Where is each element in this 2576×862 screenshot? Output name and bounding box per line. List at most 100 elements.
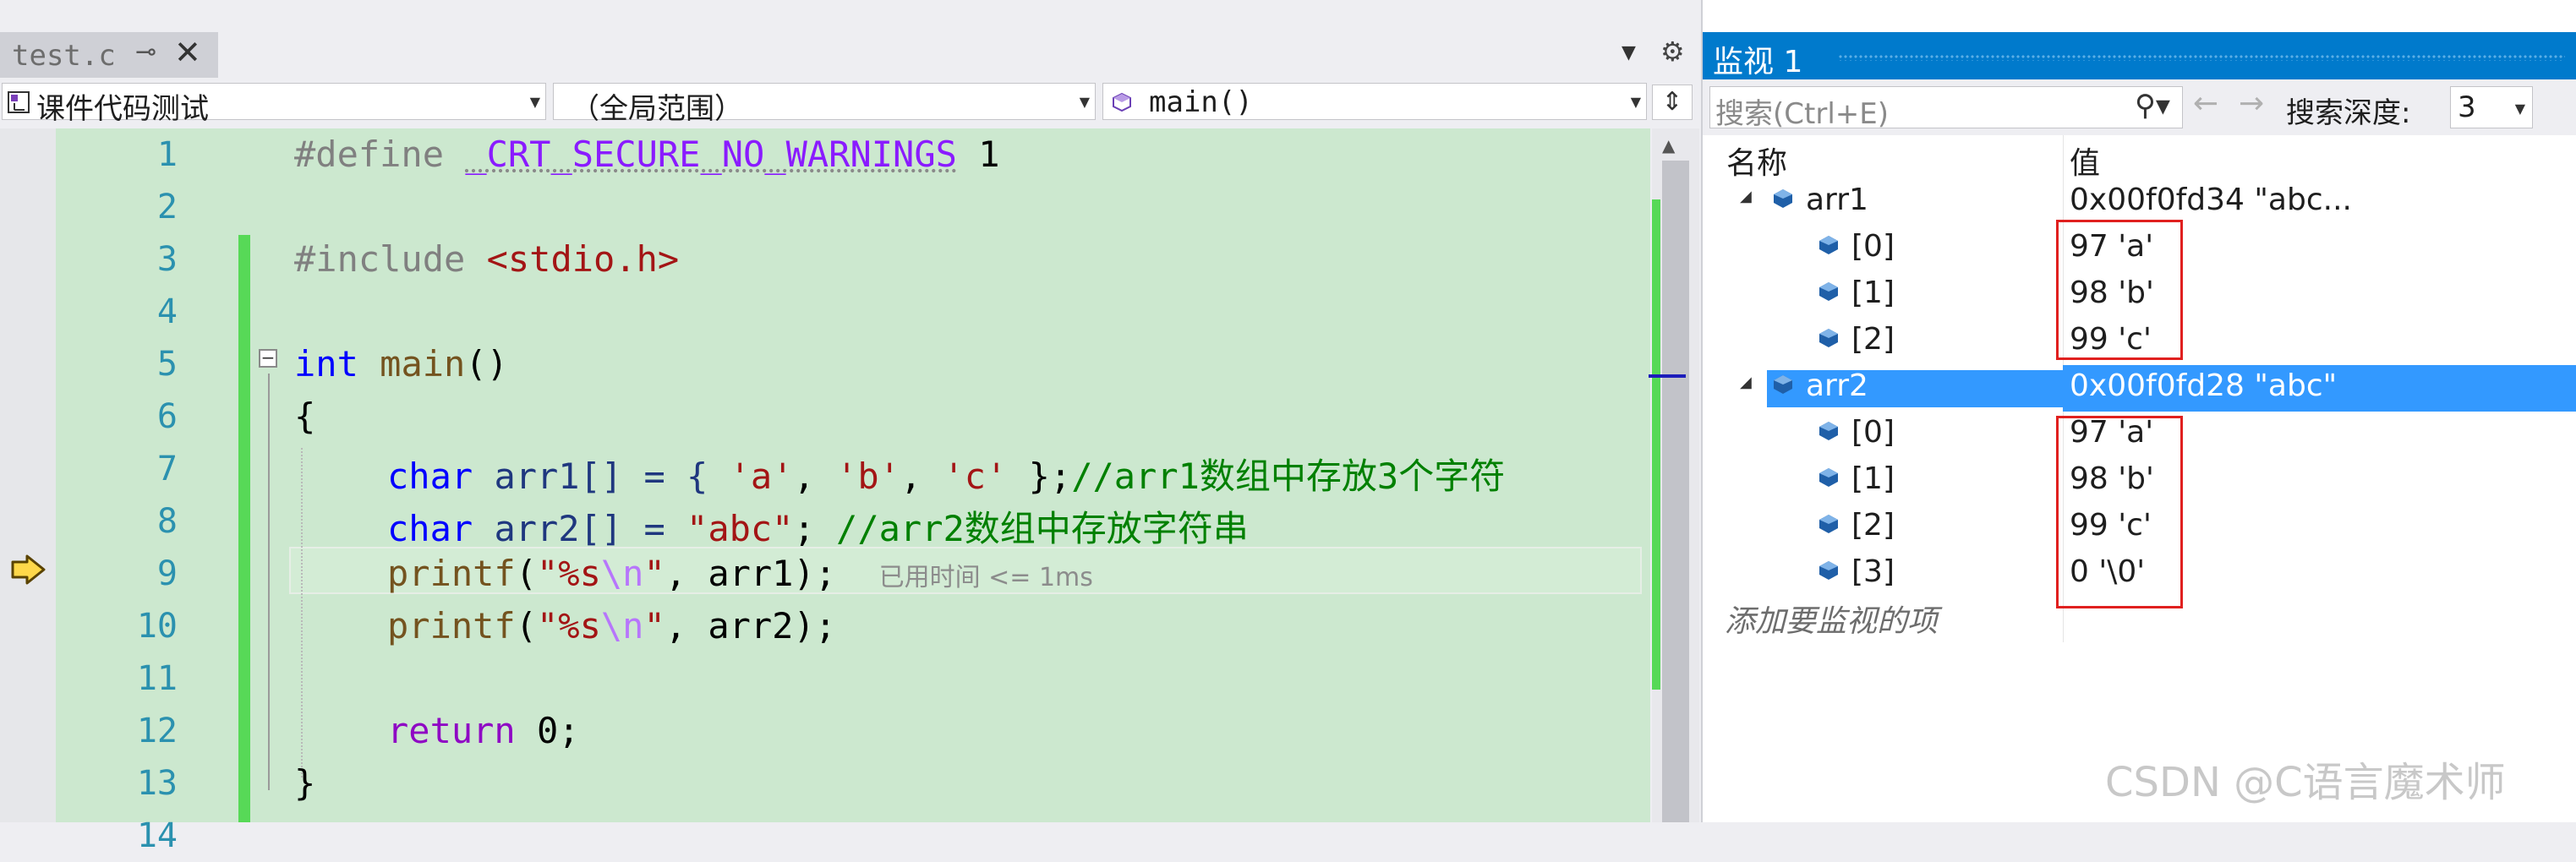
- add-watch-item[interactable]: 添加要监视的项: [1725, 597, 1938, 641]
- watch-item-name: arr2: [1806, 368, 1868, 403]
- watch-item-name: [1]: [1851, 276, 1895, 310]
- line-number: 7: [156, 450, 178, 488]
- forward-arrow-icon[interactable]: →: [2239, 86, 2264, 121]
- code-line: 10 printf("%s\n", arr2);: [0, 600, 1650, 652]
- line-number: 13: [136, 764, 178, 803]
- code-line: 5 int main(): [0, 338, 1650, 390]
- code-text: char arr2[] = "abc"; //arr2数组中存放字符串: [387, 508, 1249, 549]
- code-line: 11: [0, 652, 1650, 705]
- line-number: 8: [156, 502, 178, 541]
- back-arrow-icon[interactable]: ←: [2193, 86, 2218, 121]
- watch-row-selected[interactable]: ◢ arr2 0x00f0fd28 "abc": [1703, 365, 2576, 412]
- code-text: }: [294, 762, 316, 804]
- column-name-header[interactable]: 名称: [1726, 139, 1787, 183]
- code-line: 3 #include <stdio.h>: [0, 233, 1650, 286]
- watch-item-name: [0]: [1851, 229, 1895, 264]
- code-line: 9 printf("%s\n", arr1); 已用时间 <= 1ms: [0, 548, 1650, 600]
- annotation-box-arr2-values: [2056, 416, 2183, 608]
- gear-icon[interactable]: ⚙: [1660, 35, 1685, 68]
- chevron-down-icon: ▼: [1079, 94, 1090, 110]
- tab-list-dropdown-icon[interactable]: ▼: [1622, 42, 1636, 63]
- variable-icon: [1819, 422, 1838, 440]
- watch-item-name: [1]: [1851, 461, 1895, 496]
- watch-item-name: [0]: [1851, 415, 1895, 450]
- code-text: #include <stdio.h>: [294, 238, 680, 280]
- search-depth-value: 3: [2458, 90, 2476, 124]
- expand-toggle-icon[interactable]: ◢: [1740, 188, 1752, 205]
- project-dropdown[interactable]: 课件代码测试 ▼: [2, 83, 546, 126]
- variable-icon: [1819, 329, 1838, 347]
- scrollbar-thumb[interactable]: [1662, 161, 1689, 822]
- file-tab-label: test.c: [12, 39, 116, 73]
- member-name: main(): [1149, 85, 1253, 119]
- code-text: return 0;: [387, 710, 580, 751]
- file-tab[interactable]: test.c ⊸ ✕: [0, 32, 218, 78]
- code-line: 2: [0, 181, 1650, 233]
- line-number: 10: [136, 607, 178, 646]
- watermark: CSDN @C语言魔术师: [2105, 759, 2506, 806]
- line-number: 1: [156, 135, 178, 174]
- variable-icon: [1819, 515, 1838, 533]
- variable-icon: [1774, 375, 1792, 394]
- code-text: printf("%s\n", arr1); 已用时间 <= 1ms: [387, 553, 1093, 594]
- variable-icon: [1774, 189, 1792, 208]
- variable-icon: [1819, 282, 1838, 301]
- variable-icon: [1819, 236, 1838, 254]
- split-icon[interactable]: ⇕: [1652, 85, 1693, 120]
- line-number: 3: [156, 240, 178, 279]
- scrollbar-caret-marker: [1649, 374, 1686, 378]
- code-line: 1 #define _CRT_SECURE_NO_WARNINGS 1: [0, 128, 1650, 181]
- watch-title-bar[interactable]: 监视 1: [1703, 32, 2576, 79]
- watch-item-value[interactable]: 0x00f0fd34 "abc...: [2070, 183, 2352, 217]
- search-depth-select[interactable]: 3 ▼: [2450, 86, 2533, 128]
- watch-row[interactable]: ◢ arr1 0x00f0fd34 "abc...: [1703, 179, 2576, 226]
- watch-title: 监视 1: [1713, 45, 1803, 79]
- line-number: 5: [156, 345, 178, 384]
- document-tab-strip: [0, 0, 1699, 78]
- search-icon[interactable]: ⚲▾: [2135, 89, 2170, 123]
- scrollbar-change-marker: [1652, 199, 1660, 690]
- chevron-down-icon: ▼: [2514, 101, 2525, 117]
- code-text: {: [294, 396, 316, 437]
- watch-item-name: [3]: [1851, 554, 1895, 589]
- chevron-down-icon: ▼: [1630, 94, 1641, 110]
- code-text: int main(): [294, 343, 508, 385]
- close-icon[interactable]: ✕: [174, 34, 201, 71]
- annotation-box-arr1-values: [2056, 220, 2183, 360]
- watch-column-header: 名称 值: [1703, 135, 2576, 181]
- watch-item-name: arr1: [1806, 183, 1868, 217]
- pin-icon[interactable]: ⊸: [135, 37, 156, 67]
- member-dropdown[interactable]: main() ▼: [1102, 83, 1647, 120]
- code-line: 13 }: [0, 757, 1650, 810]
- project-name: 课件代码测试: [36, 92, 209, 126]
- search-input[interactable]: 搜索(Ctrl+E) ⚲▾: [1709, 86, 2183, 131]
- line-number: 4: [156, 292, 178, 331]
- method-icon: [1113, 92, 1131, 112]
- code-line: 6 {: [0, 390, 1650, 443]
- code-line: 12 return 0;: [0, 705, 1650, 757]
- line-number: 9: [156, 554, 178, 593]
- column-value-header[interactable]: 值: [2070, 139, 2100, 183]
- code-line: 14: [0, 810, 1650, 862]
- project-icon: [8, 91, 30, 113]
- variable-icon: [1819, 561, 1838, 580]
- watch-item-name: [2]: [1851, 322, 1895, 357]
- line-number: 11: [136, 659, 178, 698]
- scope-name: （全局范围）: [571, 92, 743, 126]
- code-text: printf("%s\n", arr2);: [387, 605, 837, 646]
- search-placeholder: 搜索(Ctrl+E): [1715, 97, 1889, 131]
- title-grip: [1838, 54, 2565, 61]
- code-line: 8 char arr2[] = "abc"; //arr2数组中存放字符串: [0, 495, 1650, 549]
- search-depth-label: 搜索深度:: [2286, 96, 2411, 130]
- line-number: 6: [156, 397, 178, 436]
- code-text: char arr1[] = { 'a', 'b', 'c' };//arr1数组…: [387, 456, 1506, 497]
- perf-tip: 已用时间 <= 1ms: [878, 563, 1093, 592]
- expand-toggle-icon[interactable]: ◢: [1740, 374, 1752, 391]
- line-number: 12: [136, 712, 178, 750]
- scope-dropdown[interactable]: （全局范围） ▼: [553, 83, 1096, 126]
- chevron-down-icon: ▼: [529, 94, 540, 110]
- code-line: 7 char arr1[] = { 'a', 'b', 'c' };//arr1…: [0, 443, 1650, 497]
- watch-item-value[interactable]: 0x00f0fd28 "abc": [2070, 368, 2337, 403]
- code-text: #define _CRT_SECURE_NO_WARNINGS 1: [294, 134, 1000, 175]
- scroll-up-icon[interactable]: ▲: [1662, 135, 1675, 155]
